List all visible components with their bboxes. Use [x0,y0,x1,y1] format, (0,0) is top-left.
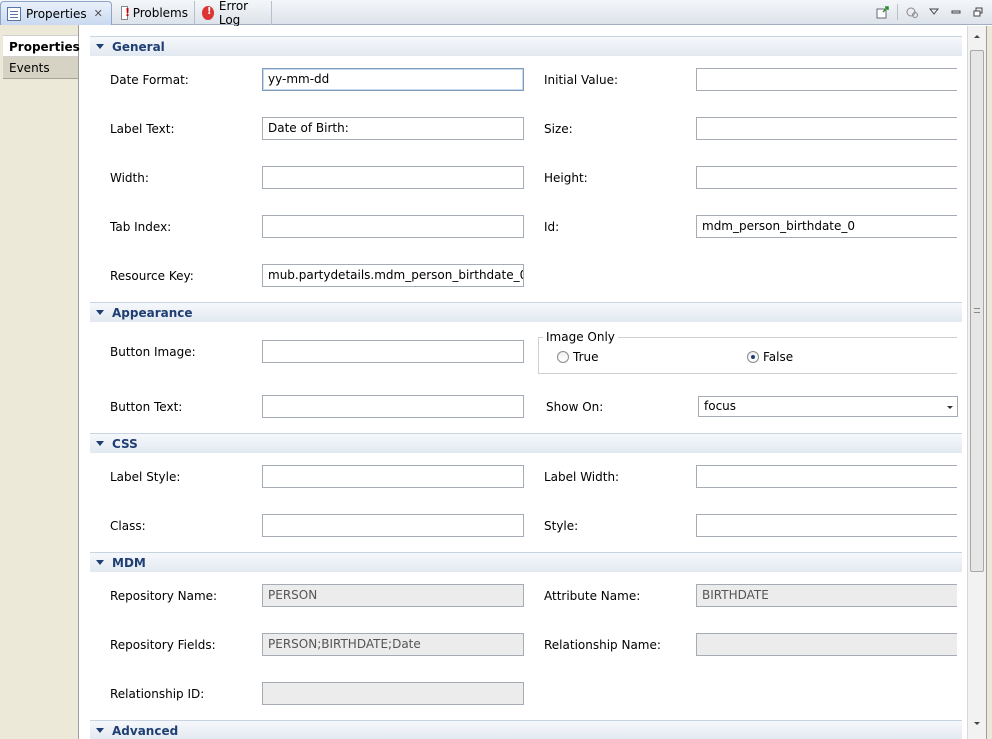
minimize-icon[interactable] [948,4,964,20]
twistie-expanded-icon[interactable] [96,44,104,49]
label-style-input[interactable] [262,465,524,488]
view-menu-icon[interactable] [926,4,942,20]
label-text-label: Label Text: [110,122,175,136]
twistie-expanded-icon[interactable] [96,441,104,446]
section-css[interactable]: CSS [90,433,962,453]
grip-icon [974,308,980,313]
tab-error-log[interactable]: Error Log [196,0,272,27]
chevron-down-icon[interactable] [943,397,957,416]
label-text-input[interactable]: Date of Birth: [262,117,524,140]
repository-name-input: PERSON [262,584,524,607]
radio-label: False [763,350,794,364]
view-tab-bar: Properties ✕ Problems Error Log [0,0,992,27]
relationship-name-input [696,633,957,656]
filter-icon[interactable] [904,4,920,20]
properties-icon [7,6,21,21]
section-title: General [112,39,165,54]
id-input[interactable]: mdm_person_birthdate_0 [696,215,957,238]
twistie-expanded-icon[interactable] [96,560,104,565]
error-log-icon [202,6,214,20]
section-title: Appearance [112,305,193,320]
window-frame [986,26,992,739]
date-format-input[interactable]: yy-mm-dd [262,68,524,91]
tab-index-input[interactable] [262,215,524,238]
properties-content: General Date Format: yy-mm-dd Label Text… [80,26,967,739]
label-style-label: Label Style: [110,470,181,484]
scroll-down-icon[interactable] [968,715,986,731]
property-tabs: Properties Events [0,25,80,739]
radio-unchecked-icon [557,351,569,363]
initial-value-input[interactable] [696,68,957,91]
attribute-name-input: BIRTHDATE [696,584,957,607]
id-label: Id: [544,220,560,234]
section-general[interactable]: General [90,36,962,56]
button-text-input[interactable] [262,395,524,418]
width-input[interactable] [262,166,524,189]
scroll-up-icon[interactable] [968,28,986,44]
tab-index-label: Tab Index: [110,220,172,234]
tab-label: Problems [132,6,188,20]
maximize-icon[interactable] [970,4,986,20]
height-label: Height: [544,171,588,185]
class-label: Class: [110,519,146,533]
nav-item-events[interactable]: Events [3,57,78,79]
label-width-label: Label Width: [544,470,620,484]
scrollbar-thumb[interactable] [970,50,984,572]
section-advanced[interactable]: Advanced [90,720,962,739]
button-image-input[interactable] [262,340,524,363]
problems-icon [121,6,130,20]
date-format-label: Date Format: [110,73,189,87]
section-mdm[interactable]: MDM [90,552,962,572]
image-only-false-radio[interactable]: False [747,350,793,364]
tab-problems[interactable]: Problems [115,1,195,25]
show-on-combo[interactable]: focus [698,396,958,417]
section-appearance[interactable]: Appearance [90,302,962,322]
pin-icon[interactable] [875,4,891,20]
show-on-label: Show On: [546,400,604,414]
nav-item-properties[interactable]: Properties [3,35,80,57]
radio-label: True [573,350,599,364]
attribute-name-label: Attribute Name: [544,589,641,603]
vertical-scrollbar[interactable] [967,26,986,739]
size-input[interactable] [696,117,957,140]
resource-key-input[interactable]: mub.partydetails.mdm_person_birthdate_0 [262,264,524,287]
twistie-expanded-icon[interactable] [96,728,104,733]
toolbar-separator [897,4,898,20]
relationship-id-label: Relationship ID: [110,687,205,701]
close-icon[interactable]: ✕ [94,7,103,20]
size-label: Size: [544,122,573,136]
section-title: CSS [112,436,138,451]
height-input[interactable] [696,166,957,189]
twistie-expanded-icon[interactable] [96,310,104,315]
width-label: Width: [110,171,149,185]
repository-fields-label: Repository Fields: [110,638,216,652]
class-input[interactable] [262,514,524,537]
radio-checked-icon [747,351,759,363]
button-text-label: Button Text: [110,400,183,414]
relationship-id-input [262,682,524,705]
tab-label: Error Log [218,0,249,27]
image-only-title: Image Only [543,330,618,344]
show-on-value: focus [704,399,737,413]
repository-name-label: Repository Name: [110,589,218,603]
image-only-true-radio[interactable]: True [557,350,599,364]
initial-value-label: Initial Value: [544,73,619,87]
resource-key-label: Resource Key: [110,269,194,283]
section-title: MDM [112,555,146,570]
repository-fields-input: PERSON;BIRTHDATE;Date [262,633,524,656]
button-image-label: Button Image: [110,345,196,359]
view-toolbar [875,4,986,20]
style-input[interactable] [696,514,957,537]
section-title: Advanced [112,723,179,738]
label-width-input[interactable] [696,465,957,488]
style-label: Style: [544,519,579,533]
tab-properties[interactable]: Properties ✕ [0,1,112,25]
relationship-name-label: Relationship Name: [544,638,661,652]
tab-label: Properties [26,6,87,21]
